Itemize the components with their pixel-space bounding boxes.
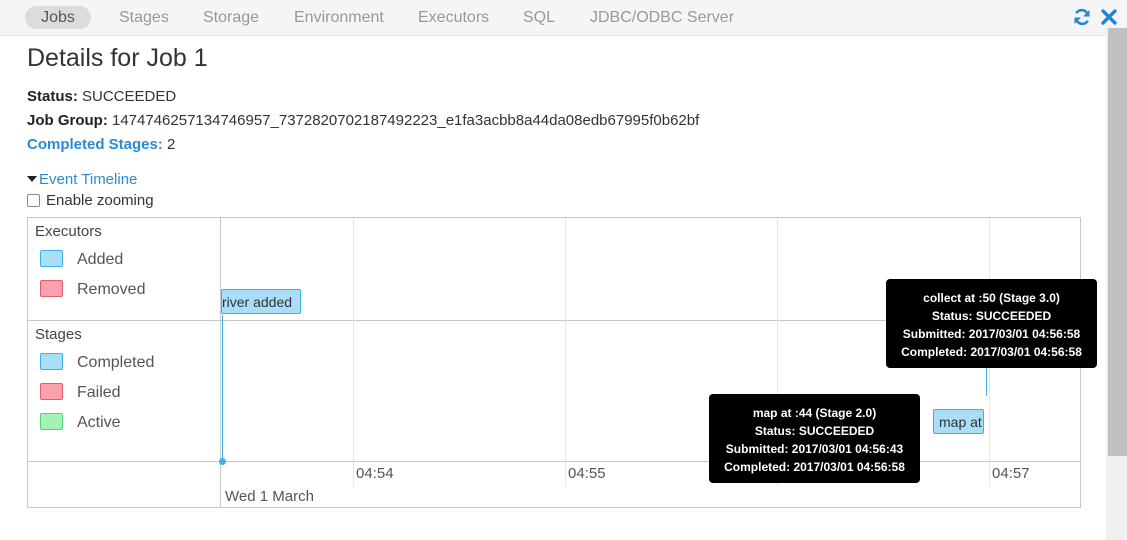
axis-tick-label: 04:54 [356, 465, 394, 482]
axis-tick-label: 04:55 [568, 465, 606, 482]
tab-storage[interactable]: Storage [203, 6, 259, 29]
tooltip-submitted: Submitted: 2017/03/01 04:56:43 [725, 442, 904, 456]
legend-label: Active [77, 414, 121, 431]
page-title: Details for Job 1 [27, 44, 208, 72]
tab-environment[interactable]: Environment [294, 6, 384, 29]
driver-added-marker-line [222, 315, 223, 460]
axis-date-label: Wed 1 March [225, 488, 314, 505]
legend-label: Removed [77, 281, 146, 298]
tooltip-status: Status: SUCCEEDED [931, 309, 1052, 323]
legend-label: Completed [77, 354, 155, 371]
grid-line [565, 218, 566, 486]
enable-zooming-checkbox[interactable] [27, 193, 40, 207]
tooltip-stage-2: map at :44 (Stage 2.0) Status: SUCCEEDED… [709, 394, 920, 483]
tooltip-submitted: Submitted: 2017/03/01 04:56:58 [902, 327, 1081, 341]
stages-group-label: Stages [35, 326, 82, 343]
stage-bar-label: map at [939, 414, 982, 430]
stage-3-marker-line [986, 364, 987, 396]
tab-executors[interactable]: Executors [418, 6, 489, 29]
job-group-label: Job Group: [27, 112, 108, 129]
legend-swatch [40, 353, 63, 370]
status-label: Status: [27, 88, 78, 105]
executors-group-label: Executors [35, 223, 102, 240]
legend-swatch [40, 280, 63, 297]
tooltip-title: map at :44 (Stage 2.0) [752, 406, 877, 420]
enable-zooming-label: Enable zooming [46, 192, 154, 209]
scrollbar-thumb[interactable] [1108, 28, 1127, 456]
legend-label: Failed [77, 384, 121, 401]
tooltip-title: collect at :50 (Stage 3.0) [923, 291, 1060, 305]
tab-sql[interactable]: SQL [523, 6, 555, 29]
tab-jdbc-odbc-server[interactable]: JDBC/ODBC Server [590, 6, 734, 29]
job-group-value: 1474746257134746957_7372820702187492223_… [112, 112, 700, 129]
tab-stages[interactable]: Stages [119, 6, 169, 29]
legend-swatch [40, 413, 63, 430]
completed-stages-row: Completed Stages: 2 [27, 136, 175, 153]
top-nav-bar: Jobs Stages Storage Environment Executor… [0, 0, 1127, 36]
tooltip-completed: Completed: 2017/03/01 04:56:58 [724, 460, 905, 474]
tab-jobs[interactable]: Jobs [25, 6, 91, 29]
expand-triangle-icon [27, 176, 37, 183]
status-value: SUCCEEDED [82, 88, 177, 105]
legend-label: Added [77, 251, 124, 268]
completed-stages-value: 2 [167, 136, 176, 153]
tooltip-completed: Completed: 2017/03/01 04:56:58 [901, 345, 1082, 359]
close-icon[interactable] [1099, 7, 1119, 27]
job-group-row: Job Group: 1474746257134746957_737282070… [27, 112, 699, 129]
executor-driver-added-bar[interactable]: river added [221, 289, 301, 314]
refresh-icon[interactable] [1072, 7, 1092, 27]
axis-tick-label: 04:57 [992, 465, 1030, 482]
event-timeline-toggle[interactable]: Event Timeline [27, 171, 137, 188]
axis-separator [28, 461, 1080, 462]
grid-line [353, 218, 354, 486]
enable-zooming-row: Enable zooming [27, 192, 154, 209]
tooltip-status: Status: SUCCEEDED [754, 424, 875, 438]
status-row: Status: SUCCEEDED [27, 88, 176, 105]
driver-added-marker-dot[interactable] [219, 458, 226, 465]
executor-bar-label: river added [222, 294, 293, 310]
completed-stages-link[interactable]: Completed Stages: [27, 136, 163, 153]
tooltip-stage-3: collect at :50 (Stage 3.0) Status: SUCCE… [886, 279, 1097, 368]
event-timeline-link[interactable]: Event Timeline [39, 171, 137, 188]
legend-swatch [40, 383, 63, 400]
stage-2-map-bar[interactable]: map at [933, 409, 984, 434]
legend-swatch [40, 250, 63, 267]
